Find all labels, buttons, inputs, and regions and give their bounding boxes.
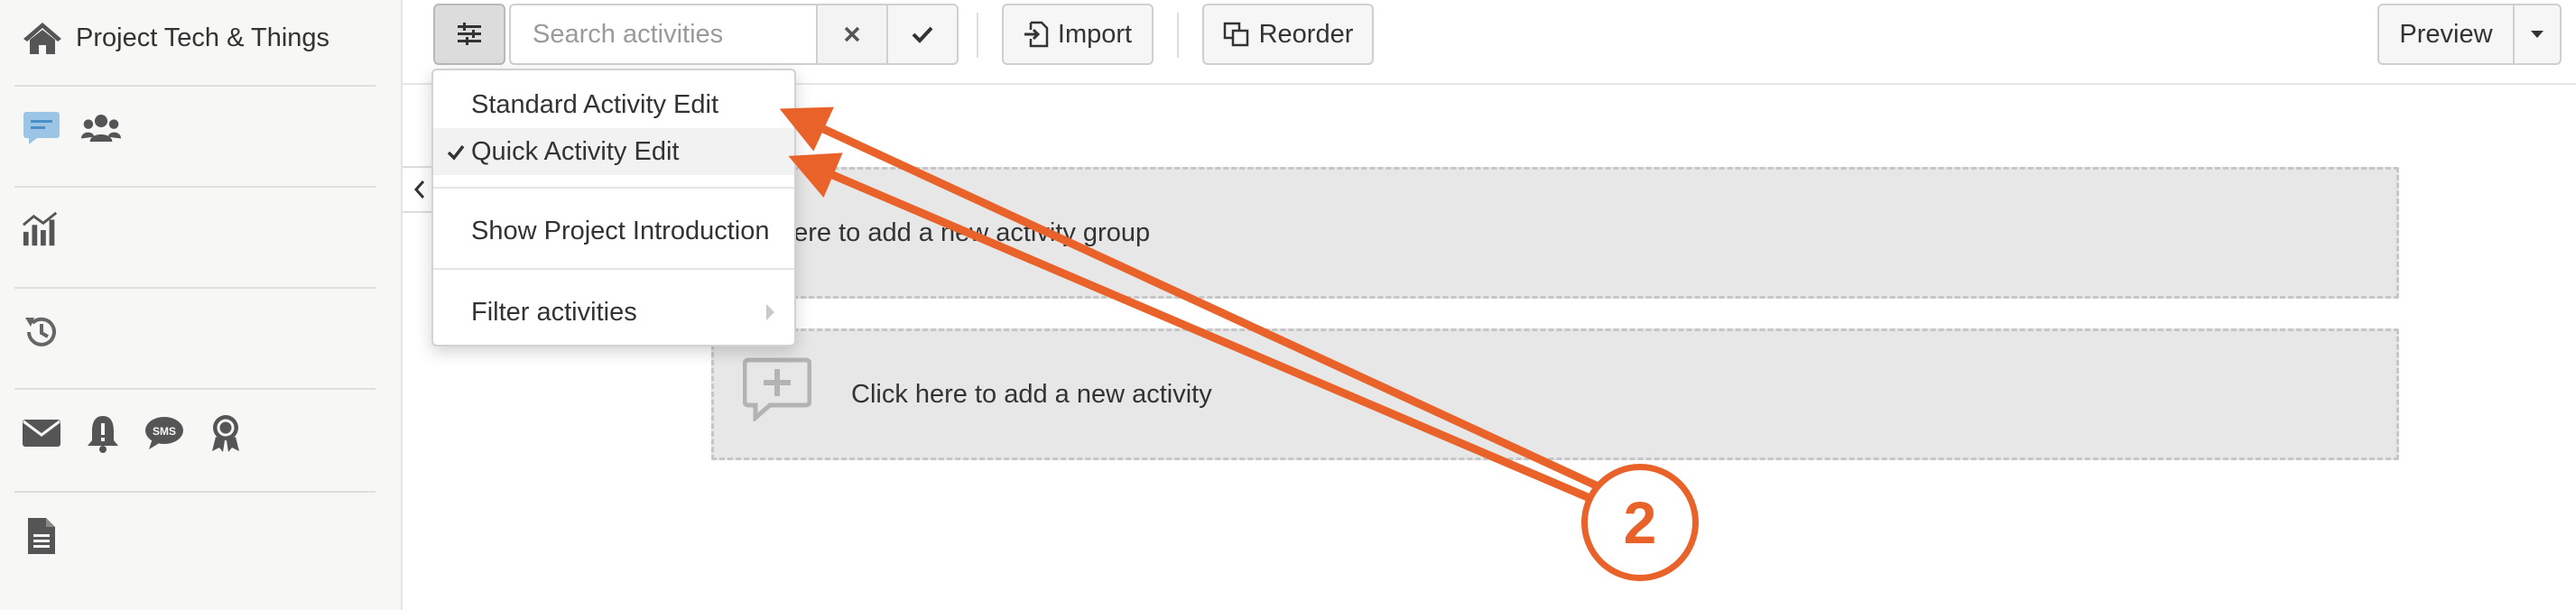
menu-item-label: Show Project Introduction — [471, 216, 770, 245]
search-input[interactable] — [509, 4, 818, 65]
import-icon — [1024, 21, 1049, 48]
add-activity-group-zone[interactable]: here to add a new activity group — [711, 167, 2399, 299]
close-icon — [844, 26, 860, 42]
email-icon[interactable] — [22, 413, 61, 453]
award-icon[interactable] — [206, 413, 246, 453]
project-header[interactable]: Project Tech & Things — [22, 16, 329, 60]
view-options-button[interactable] — [433, 4, 505, 65]
menu-item-filter-activities[interactable]: Filter activities — [433, 289, 794, 336]
sidebar: Project Tech & Things SMS — [0, 0, 403, 610]
apply-search-button[interactable] — [886, 4, 959, 65]
check-icon — [447, 144, 465, 161]
clear-search-button[interactable] — [816, 4, 888, 65]
add-comment-icon — [743, 357, 811, 421]
sidebar-divider — [14, 388, 375, 390]
annotation-number: 2 — [1623, 489, 1657, 556]
import-button[interactable]: Import — [1002, 4, 1154, 65]
menu-divider — [433, 187, 794, 189]
sidebar-divider — [14, 186, 375, 188]
menu-item-standard-activity-edit[interactable]: Standard Activity Edit — [433, 81, 794, 128]
preview-label: Preview — [2399, 19, 2493, 49]
sidebar-row-communications: SMS — [22, 413, 246, 453]
annotation-callout: 2 — [1581, 464, 1699, 581]
sidebar-divider — [14, 85, 375, 87]
sidebar-row-documents — [22, 516, 61, 556]
reorder-icon — [1223, 22, 1248, 47]
reorder-button[interactable]: Reorder — [1202, 4, 1374, 65]
menu-item-label: Quick Activity Edit — [471, 136, 680, 166]
toolbar-separator — [977, 13, 978, 58]
menu-item-label: Standard Activity Edit — [471, 89, 719, 119]
toolbar-separator — [1177, 13, 1179, 58]
svg-text:SMS: SMS — [153, 425, 176, 438]
check-icon — [912, 26, 933, 43]
users-icon[interactable] — [81, 108, 121, 148]
sidebar-row-engagement — [22, 108, 121, 148]
project-title: Project Tech & Things — [76, 23, 330, 52]
menu-divider — [433, 268, 794, 270]
menu-item-show-project-introduction[interactable]: Show Project Introduction — [433, 208, 794, 254]
menu-item-quick-activity-edit[interactable]: Quick Activity Edit — [433, 128, 794, 175]
submenu-arrow-icon — [766, 304, 774, 320]
add-activity-text: Click here to add a new activity — [851, 379, 1212, 409]
preview-button[interactable]: Preview — [2377, 4, 2515, 65]
sliders-icon — [458, 23, 481, 45]
sidebar-row-history — [22, 312, 61, 352]
menu-item-label: Filter activities — [471, 297, 637, 327]
add-activity-group-text: here to add a new activity group — [779, 217, 1151, 247]
sidebar-divider — [14, 287, 375, 289]
sidebar-row-analytics — [22, 209, 61, 249]
preview-dropdown-button[interactable] — [2513, 4, 2562, 65]
history-icon[interactable] — [22, 312, 61, 352]
sms-icon[interactable]: SMS — [144, 413, 184, 453]
view-options-menu: Standard Activity Edit Quick Activity Ed… — [431, 69, 796, 347]
chevron-left-icon — [413, 180, 425, 199]
add-activity-zone[interactable]: Click here to add a new activity — [711, 328, 2399, 460]
reorder-label: Reorder — [1258, 19, 1354, 49]
sidebar-divider — [14, 491, 375, 493]
notification-icon[interactable] — [83, 413, 123, 453]
comment-icon[interactable] — [22, 108, 61, 148]
caret-down-icon — [2531, 31, 2544, 38]
import-label: Import — [1057, 19, 1133, 49]
home-icon[interactable] — [22, 20, 63, 56]
analytics-icon[interactable] — [22, 209, 61, 249]
document-icon[interactable] — [22, 516, 61, 556]
